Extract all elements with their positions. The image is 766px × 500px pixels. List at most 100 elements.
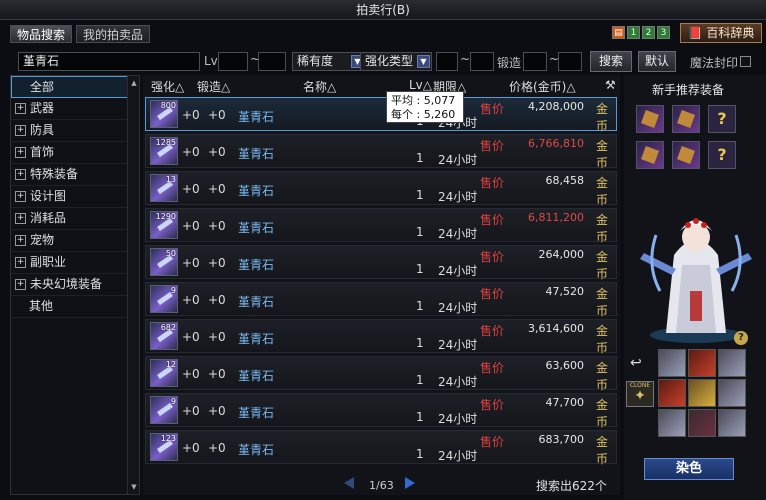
each-value: 5,260	[423, 108, 456, 121]
expand-icon[interactable]: +	[15, 279, 26, 290]
gem-icon: 50	[150, 248, 178, 276]
enhance-type-select[interactable]: 强化类型 ▼	[360, 52, 432, 71]
recommend-item-6[interactable]: ?	[708, 141, 736, 169]
category-scrollbar[interactable]: ▲ ▼	[127, 76, 139, 494]
category-item[interactable]: + 消耗品	[11, 208, 139, 230]
page-3-button[interactable]: 3	[657, 26, 670, 39]
scroll-up-icon[interactable]: ▲	[129, 78, 139, 88]
enhance-value: +0	[182, 367, 200, 381]
avatar-slot-6[interactable]	[718, 379, 746, 407]
rotate-icon[interactable]: ↩	[630, 355, 642, 371]
expand-icon[interactable]: +	[15, 103, 26, 114]
avatar-slot-4[interactable]	[658, 379, 686, 407]
col-forge[interactable]: 锻造△	[197, 78, 230, 95]
tab-my-auctions[interactable]: 我的拍卖品	[76, 25, 151, 43]
stack-count: 50	[165, 249, 176, 258]
tab-item-search[interactable]: 物品搜索	[10, 25, 73, 43]
table-row[interactable]: 12 +0 +0 堇青石 1 24小时 售价 63,600 金币	[145, 356, 617, 392]
enhance-max-input[interactable]	[470, 52, 494, 71]
table-row[interactable]: 50 +0 +0 堇青石 1 24小时 售价 264,000 金币	[145, 245, 617, 281]
category-label: 宠物	[30, 233, 55, 247]
dye-button[interactable]: 染色	[644, 458, 734, 480]
results-count: 搜索出622个	[536, 479, 607, 493]
search-button[interactable]: 搜索	[590, 51, 632, 72]
expand-icon[interactable]: +	[15, 147, 26, 158]
wiki-button[interactable]: 📕 百科辞典	[680, 23, 762, 43]
col-price[interactable]: 价格(金币)△	[509, 78, 576, 95]
recommend-item-2[interactable]	[672, 105, 700, 133]
category-label: 防具	[30, 123, 55, 137]
price-value: 63,600	[545, 359, 585, 372]
clone-slot[interactable]: CLONE ✦	[626, 381, 654, 407]
prev-page-icon[interactable]	[344, 477, 354, 489]
recommend-item-3[interactable]: ?	[708, 105, 736, 133]
expand-icon[interactable]: +	[15, 169, 26, 180]
avatar-slot-8[interactable]	[688, 409, 716, 437]
expand-icon[interactable]: +	[15, 125, 26, 136]
recommend-item-1[interactable]	[636, 105, 664, 133]
price-value: 47,520	[545, 285, 585, 298]
table-row[interactable]: 9 +0 +0 堇青石 1 24小时 售价 47,700 金币	[145, 393, 617, 429]
scroll-down-icon[interactable]: ▼	[129, 482, 139, 492]
category-label: 特殊装备	[30, 167, 79, 181]
recommend-item-4[interactable]	[636, 141, 664, 169]
table-row[interactable]: 9 +0 +0 堇青石 1 24小时 售价 47,520 金币	[145, 282, 617, 318]
help-icon[interactable]: ?	[734, 331, 748, 345]
default-button[interactable]: 默认	[638, 51, 676, 72]
page-1-button[interactable]: 1	[627, 26, 640, 39]
col-lv[interactable]: Lv△	[409, 78, 432, 92]
next-page-icon[interactable]	[405, 477, 415, 489]
expand-icon[interactable]: +	[15, 213, 26, 224]
save-icon[interactable]: ▤	[612, 26, 625, 39]
recommend-item-5[interactable]	[672, 141, 700, 169]
lv-max-input[interactable]	[258, 52, 286, 71]
level-value: 1	[416, 410, 424, 424]
price-type: 售价	[480, 398, 505, 412]
table-row[interactable]: 123 +0 +0 堇青石 1 24小时 售价 683,700 金币	[145, 430, 617, 466]
category-item[interactable]: + 防具	[11, 120, 139, 142]
book-icon: 📕	[687, 26, 703, 40]
col-enhance[interactable]: 强化△	[151, 78, 184, 95]
category-item[interactable]: 其他	[11, 296, 139, 318]
category-item[interactable]: 全部	[11, 76, 139, 98]
avatar-slot-5[interactable]	[688, 379, 716, 407]
expand-icon[interactable]: +	[15, 235, 26, 246]
enhance-min-input[interactable]	[436, 52, 458, 71]
category-item[interactable]: + 首饰	[11, 142, 139, 164]
table-row[interactable]: 1285 +0 +0 堇青石 1 24小时 售价 6,766,810 金币	[145, 134, 617, 170]
category-item[interactable]: + 副职业	[11, 252, 139, 274]
table-row[interactable]: 13 +0 +0 堇青石 1 24小时 售价 68,458 金币	[145, 171, 617, 207]
category-item[interactable]: + 宠物	[11, 230, 139, 252]
level-value: 1	[416, 336, 424, 350]
category-item[interactable]: + 特殊装备	[11, 164, 139, 186]
category-item[interactable]: + 未央幻境装备	[11, 274, 139, 296]
forge-min-input[interactable]	[523, 52, 547, 71]
enhance-type-label: 强化类型	[365, 54, 414, 68]
price-type: 售价	[480, 102, 505, 116]
forge-max-input[interactable]	[558, 52, 582, 71]
table-row[interactable]: 682 +0 +0 堇青石 1 24小时 售价 3,614,600 金币	[145, 319, 617, 355]
table-row[interactable]: 800+0+0堇青石124小时售价4,208,000金币	[145, 97, 617, 133]
category-item[interactable]: + 设计图	[11, 186, 139, 208]
col-name[interactable]: 名称△	[303, 78, 336, 95]
keyword-input[interactable]: 堇青石	[18, 52, 200, 71]
avatar-slot-2[interactable]	[688, 349, 716, 377]
avatar-slot-3[interactable]	[718, 349, 746, 377]
expand-icon[interactable]: +	[15, 257, 26, 268]
lv-min-input[interactable]	[218, 52, 248, 71]
category-label: 设计图	[30, 189, 67, 203]
category-item[interactable]: + 武器	[11, 98, 139, 120]
seal-checkbox[interactable]	[740, 56, 751, 67]
avatar-slot-9[interactable]	[718, 409, 746, 437]
expand-icon[interactable]: +	[15, 191, 26, 202]
results-panel: 强化△ 锻造△ 名称△ Lv△ 期限△ 价格(金币)△ ⚒ 800 +0 +0 堇青石…	[143, 75, 620, 495]
page-tabs: ▤ 1 2 3	[612, 26, 670, 39]
forge-value: +0	[208, 441, 226, 455]
page-2-button[interactable]: 2	[642, 26, 655, 39]
item-name: 堇青石	[238, 295, 275, 309]
item-name: 堇青石	[238, 332, 275, 346]
avatar-slot-7[interactable]	[658, 409, 686, 437]
rarity-select[interactable]: 稀有度 ▼	[292, 52, 366, 71]
avatar-slot-1[interactable]	[658, 349, 686, 377]
table-row[interactable]: 1290 +0 +0 堇青石 1 24小时 售价 6,811,200 金币	[145, 208, 617, 244]
